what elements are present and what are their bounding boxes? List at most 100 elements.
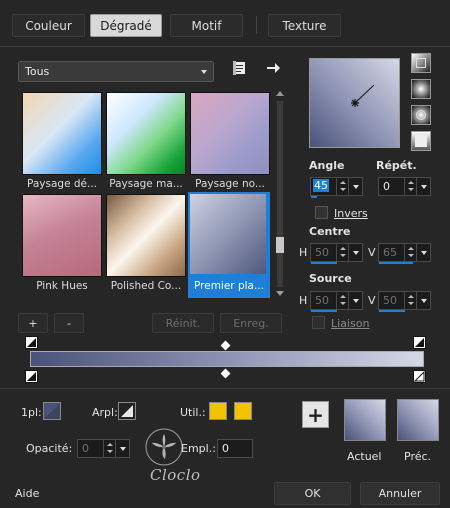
repeat-dropdown[interactable] — [416, 178, 430, 195]
repeat-spinner[interactable]: 0 — [378, 177, 431, 196]
midpoint-marker-bottom[interactable] — [220, 368, 231, 379]
chevron-down-icon[interactable] — [276, 291, 284, 296]
source-v-dropdown[interactable] — [416, 292, 430, 309]
linear-style-button[interactable] — [411, 53, 431, 73]
source-v-stepper[interactable] — [404, 292, 416, 309]
gradient-thumb-polished-co[interactable]: Polished Co... — [106, 194, 186, 297]
source-h-label: H — [299, 294, 308, 307]
library-icon[interactable] — [232, 60, 248, 76]
center-v-label: V — [368, 246, 376, 259]
tab-separator — [256, 16, 257, 34]
add-swatch-button[interactable]: + — [302, 401, 329, 428]
sunburst-style-button[interactable] — [411, 105, 431, 125]
scrollbar-track[interactable] — [277, 101, 283, 287]
save-button[interactable]: Enreg. — [220, 313, 282, 333]
source-v-label: V — [368, 294, 376, 307]
gradient-thumb-pink-hues[interactable]: Pink Hues — [22, 194, 102, 297]
help-link[interactable]: Aide — [15, 487, 39, 500]
tab-degrade[interactable]: Dégradé — [90, 14, 162, 37]
source-h-value[interactable]: 50 — [315, 294, 329, 307]
stop-marker-bottom-right[interactable] — [413, 370, 426, 383]
gradient-swatch — [22, 194, 102, 277]
invert-checkbox[interactable] — [315, 206, 328, 219]
gradient-swatch — [106, 194, 186, 277]
rectangular-style-button[interactable] — [411, 79, 431, 99]
source-v-slider[interactable] — [379, 310, 405, 312]
source-v-spinner[interactable]: 50 — [378, 291, 431, 312]
radial-style-button[interactable] — [411, 131, 431, 151]
gradient-preview[interactable] — [309, 58, 400, 148]
gradient-thumb-paysage-no[interactable]: Paysage no... — [190, 92, 270, 195]
repeat-label: Répét. — [376, 159, 417, 172]
background-stop-button[interactable] — [118, 402, 136, 420]
center-h-dropdown[interactable] — [348, 244, 362, 261]
stop-marker-bottom-left[interactable] — [25, 370, 38, 383]
section-divider — [0, 388, 450, 389]
center-h-spinner[interactable]: 50 — [310, 243, 363, 264]
center-v-value[interactable]: 65 — [383, 246, 397, 259]
angle-value[interactable]: 45 — [313, 179, 329, 192]
location-value[interactable]: 0 — [222, 442, 229, 455]
repeat-stepper[interactable] — [404, 178, 416, 195]
previous-label: Préc. — [404, 450, 432, 463]
stop-marker-top-right[interactable] — [413, 336, 426, 349]
gallery-scrollbar[interactable] — [274, 89, 286, 299]
gradient-bar[interactable] — [30, 351, 424, 367]
center-h-slider[interactable] — [311, 262, 337, 264]
current-swatch[interactable] — [344, 399, 386, 441]
location-field[interactable]: 0 — [217, 439, 253, 458]
stop-marker-top-left[interactable] — [25, 336, 38, 349]
gradient-thumb-premier-pla[interactable]: Premier pla... — [188, 192, 270, 298]
util-label: Util.: — [180, 406, 206, 419]
ok-button[interactable]: OK — [274, 482, 351, 505]
arpl-label: Arpl: — [92, 406, 118, 419]
arrow-right-icon[interactable] — [266, 61, 280, 75]
angle-dropdown[interactable] — [348, 178, 362, 195]
chevron-up-icon[interactable] — [276, 91, 284, 96]
source-label: Source — [309, 272, 352, 285]
midpoint-marker-top[interactable] — [220, 340, 231, 351]
source-h-slider[interactable] — [311, 310, 337, 312]
previous-swatch[interactable] — [397, 399, 439, 441]
angle-handle[interactable] — [310, 59, 401, 149]
tab-motif[interactable]: Motif — [170, 14, 243, 37]
one-pl-label: 1pl: — [21, 406, 42, 419]
opacity-spinner[interactable]: 0 — [77, 439, 130, 458]
source-v-value[interactable]: 50 — [383, 294, 397, 307]
link-checkbox[interactable] — [312, 316, 325, 329]
thumb-label: Premier pla... — [194, 280, 264, 292]
cancel-button[interactable]: Annuler — [360, 482, 440, 505]
add-stop-button[interactable]: + — [18, 313, 48, 333]
center-v-dropdown[interactable] — [416, 244, 430, 261]
angle-spinner[interactable]: 45 — [310, 177, 363, 198]
source-h-stepper[interactable] — [336, 292, 348, 309]
tab-couleur[interactable]: Couleur — [12, 14, 85, 37]
user-color-1[interactable] — [209, 402, 227, 420]
opacity-dropdown[interactable] — [115, 440, 129, 457]
opacity-stepper[interactable] — [103, 440, 115, 457]
remove-stop-button[interactable]: - — [54, 313, 84, 333]
gradient-gallery: Paysage dé... Paysage ma... Paysage no..… — [18, 88, 288, 300]
angle-slider[interactable] — [311, 196, 317, 198]
center-v-spinner[interactable]: 65 — [378, 243, 431, 264]
tab-texture[interactable]: Texture — [268, 14, 341, 37]
category-dropdown[interactable]: Tous — [18, 61, 214, 82]
foreground-stop-button[interactable] — [43, 402, 61, 420]
angle-stepper[interactable] — [336, 178, 348, 195]
source-h-spinner[interactable]: 50 — [310, 291, 363, 312]
gradient-swatch — [22, 92, 102, 175]
gradient-thumb-paysage-ma[interactable]: Paysage ma... — [106, 92, 186, 195]
gradient-thumb-paysage-de[interactable]: Paysage dé... — [22, 92, 102, 195]
scrollbar-thumb[interactable] — [276, 237, 284, 253]
center-v-stepper[interactable] — [404, 244, 416, 261]
thumb-label: Paysage dé... — [26, 178, 97, 190]
center-h-stepper[interactable] — [336, 244, 348, 261]
repeat-value[interactable]: 0 — [383, 180, 390, 193]
user-color-2[interactable] — [234, 402, 252, 420]
center-h-value[interactable]: 50 — [315, 246, 329, 259]
source-h-dropdown[interactable] — [348, 292, 362, 309]
reset-button[interactable]: Réinit. — [152, 313, 214, 333]
opacity-value[interactable]: 0 — [82, 442, 89, 455]
thumb-label: Paysage ma... — [109, 178, 183, 190]
center-v-slider[interactable] — [379, 262, 413, 264]
